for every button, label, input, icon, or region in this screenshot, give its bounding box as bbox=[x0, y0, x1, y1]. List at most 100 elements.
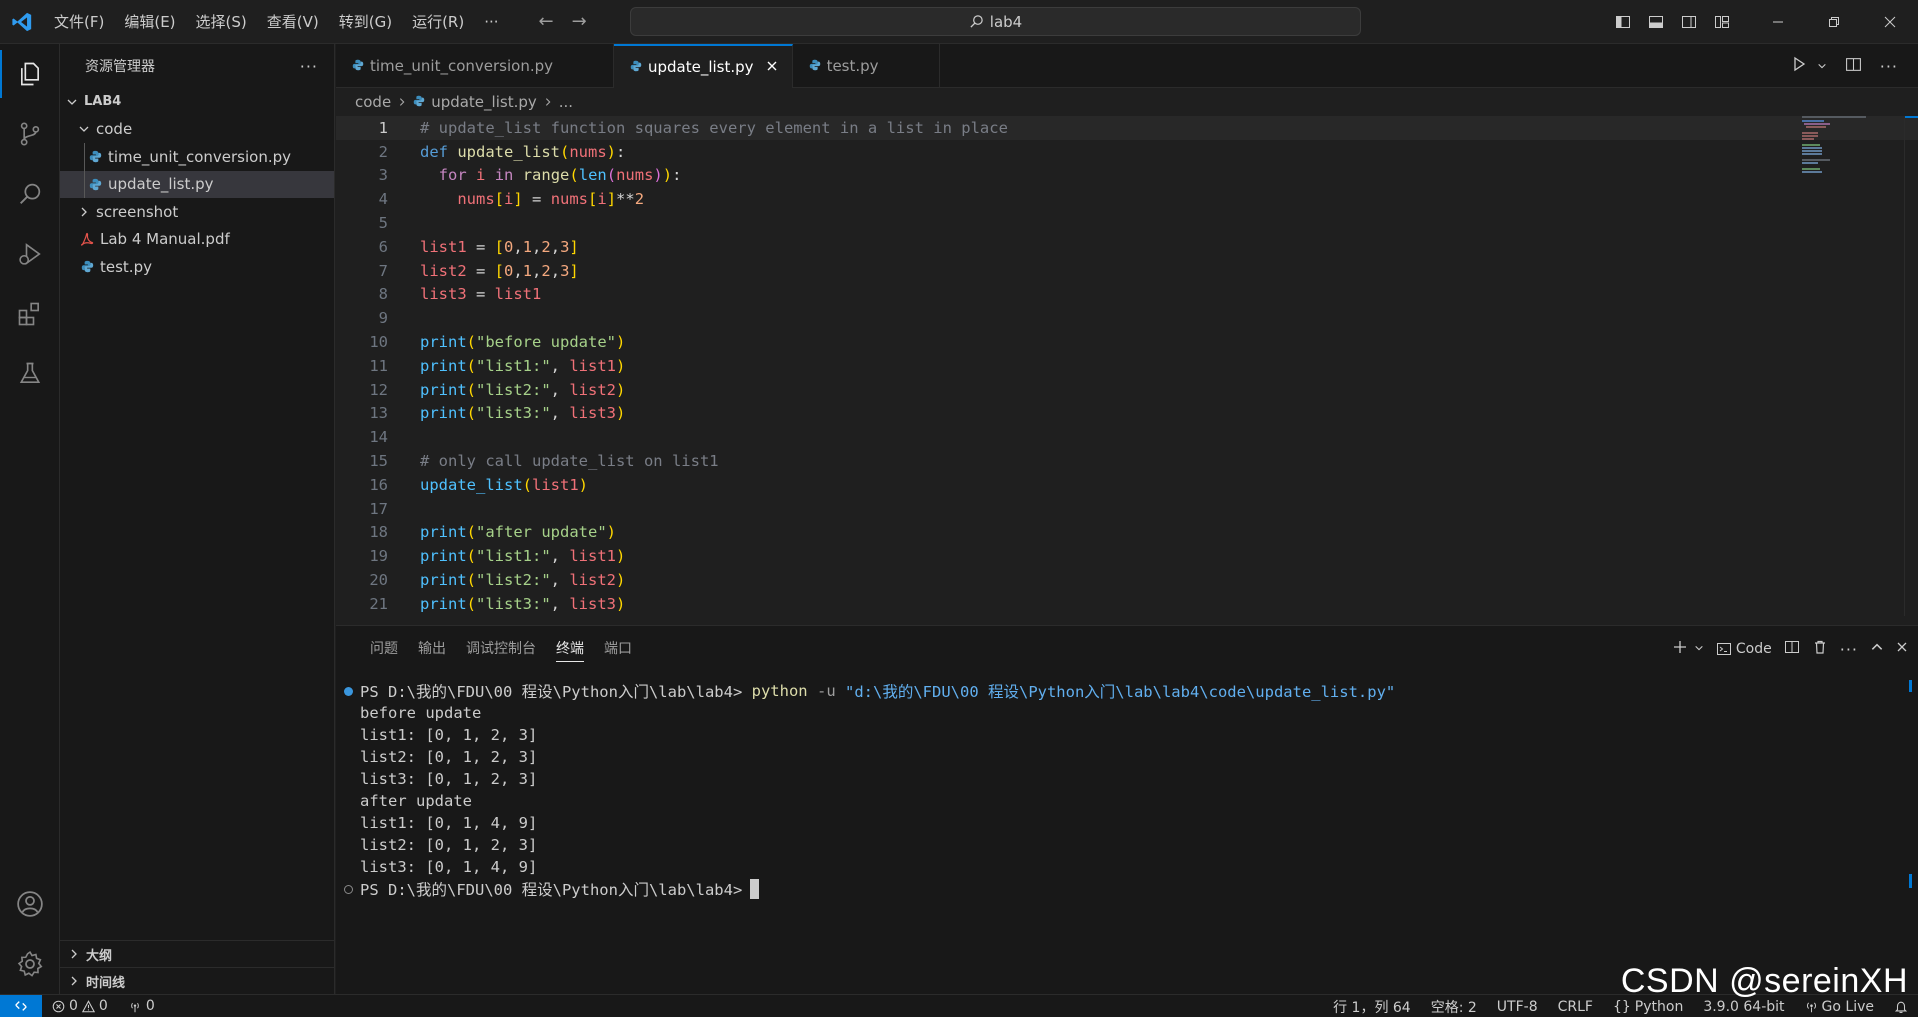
warning-icon bbox=[81, 999, 95, 1012]
minimize-icon[interactable] bbox=[1750, 0, 1806, 44]
code-line: 4 nums[i] = nums[i]**2 bbox=[378, 190, 645, 209]
title-bar: 文件(F) 编辑(E) 选择(S) 查看(V) 转到(G) 运行(R) ··· … bbox=[0, 0, 1918, 44]
terminal-prompt: PS D:\我的\FDU\00 程设\Python入门\lab\lab4> bbox=[360, 683, 743, 701]
terminal-instance[interactable]: Code bbox=[1716, 641, 1772, 657]
tab-test[interactable]: test.py bbox=[793, 44, 940, 88]
activity-bar bbox=[0, 44, 60, 994]
indent-guide bbox=[84, 170, 85, 198]
explorer-sidebar: 资源管理器 ··· LAB4 code time_unit_conversion… bbox=[60, 44, 335, 994]
editor-scrollbar[interactable] bbox=[1904, 116, 1918, 616]
code-line: 9 bbox=[378, 309, 388, 328]
close-tab-icon[interactable] bbox=[766, 58, 778, 76]
terminal-path: "d:\我的\FDU\00 程设\Python入门\lab\lab4\code\… bbox=[845, 683, 1396, 701]
breadcrumb-folder[interactable]: code bbox=[355, 93, 391, 111]
close-window-icon[interactable] bbox=[1862, 0, 1918, 44]
chevron-down-icon bbox=[76, 123, 92, 135]
cursor-position[interactable]: 行 1，列 64 bbox=[1323, 997, 1421, 1017]
chevron-right-icon bbox=[543, 93, 553, 111]
editor-more-icon[interactable]: ··· bbox=[1880, 57, 1898, 76]
menu-go[interactable]: 转到(G) bbox=[329, 0, 402, 44]
terminal-output-line: list1: [0, 1, 4, 9] bbox=[360, 814, 538, 832]
tree-folder-screenshot[interactable]: screenshot bbox=[60, 198, 334, 226]
encoding[interactable]: UTF-8 bbox=[1487, 999, 1548, 1015]
workspace-root[interactable]: LAB4 bbox=[60, 88, 334, 116]
ports-status[interactable]: 0 bbox=[118, 998, 165, 1014]
remote-indicator-icon[interactable] bbox=[0, 994, 42, 1017]
tree-item-label: update_list.py bbox=[108, 175, 214, 194]
menu-more[interactable]: ··· bbox=[474, 0, 508, 44]
code-line: 8 list3 = list1 bbox=[378, 285, 542, 304]
tab-debug-console[interactable]: 调试控制台 bbox=[456, 626, 546, 672]
menu-selection[interactable]: 选择(S) bbox=[186, 0, 257, 44]
close-panel-icon[interactable] bbox=[1896, 641, 1908, 657]
maximize-panel-chevron-up-icon[interactable] bbox=[1870, 640, 1884, 658]
arrow-forward-icon[interactable]: → bbox=[572, 11, 587, 32]
tab-output[interactable]: 输出 bbox=[408, 626, 456, 672]
new-terminal-plus-icon[interactable] bbox=[1672, 639, 1688, 659]
toggle-secondary-sidebar-icon[interactable] bbox=[1672, 0, 1705, 44]
indentation[interactable]: 空格: 2 bbox=[1421, 997, 1487, 1017]
restore-icon[interactable] bbox=[1806, 0, 1862, 44]
breadcrumb-file[interactable]: update_list.py bbox=[431, 93, 537, 111]
command-center-search[interactable]: lab4 bbox=[630, 7, 1361, 36]
panel-more-icon[interactable]: ··· bbox=[1840, 640, 1858, 659]
extensions-icon[interactable] bbox=[0, 284, 60, 344]
search-activity-icon[interactable] bbox=[0, 164, 60, 224]
outline-pane-header[interactable]: 大纲 bbox=[60, 940, 335, 967]
terminal-instance-label: Code bbox=[1735, 641, 1772, 657]
tree-file-update-list[interactable]: update_list.py bbox=[60, 170, 334, 198]
tree-file-time-unit-conversion[interactable]: time_unit_conversion.py bbox=[60, 143, 334, 171]
run-python-file-icon[interactable] bbox=[1791, 56, 1807, 76]
split-terminal-icon[interactable] bbox=[1784, 639, 1800, 659]
menu-edit[interactable]: 编辑(E) bbox=[114, 0, 185, 44]
command-success-decoration-icon[interactable] bbox=[344, 686, 353, 696]
nav-arrows: ← → bbox=[539, 11, 587, 32]
trash-icon[interactable] bbox=[1812, 639, 1828, 659]
split-editor-icon[interactable] bbox=[1845, 56, 1862, 77]
tab-terminal[interactable]: 终端 bbox=[546, 626, 594, 672]
notifications-bell-icon[interactable] bbox=[1884, 1000, 1918, 1014]
code-line: 14 bbox=[369, 428, 388, 447]
settings-gear-icon[interactable] bbox=[0, 934, 60, 994]
code-editor[interactable]: 1 # update_list function squares every el… bbox=[336, 116, 1918, 616]
menu-file[interactable]: 文件(F) bbox=[44, 0, 114, 44]
editor-tabs: time_unit_conversion.py update_list.py t… bbox=[336, 44, 1918, 88]
tree-folder-code[interactable]: code bbox=[60, 116, 334, 144]
tab-update-list[interactable]: update_list.py bbox=[614, 44, 793, 88]
command-pending-decoration-icon[interactable] bbox=[344, 884, 353, 894]
run-dropdown-chevron-icon[interactable] bbox=[1817, 57, 1827, 75]
explorer-icon[interactable] bbox=[0, 44, 60, 104]
explorer-title: 资源管理器 bbox=[85, 59, 155, 75]
terminal-output-line: list3: [0, 1, 4, 9] bbox=[360, 858, 538, 876]
code-line: 10 print("before update") bbox=[369, 333, 626, 352]
testing-flask-icon[interactable] bbox=[0, 344, 60, 404]
tree-file-lab-manual[interactable]: Lab 4 Manual.pdf bbox=[60, 226, 334, 254]
code-line: 6 list1 = [0,1,2,3] bbox=[378, 237, 579, 256]
toggle-primary-sidebar-icon[interactable] bbox=[1606, 0, 1639, 44]
tree-file-test[interactable]: test.py bbox=[60, 253, 334, 281]
breadcrumb: code update_list.py ... bbox=[336, 88, 1918, 116]
menu-run[interactable]: 运行(R) bbox=[402, 0, 474, 44]
tab-ports[interactable]: 端口 bbox=[594, 626, 642, 672]
toggle-panel-icon[interactable] bbox=[1639, 0, 1672, 44]
timeline-pane-header[interactable]: 时间线 bbox=[60, 967, 335, 994]
tab-problems[interactable]: 问题 bbox=[360, 626, 408, 672]
terminal[interactable]: PS D:\我的\FDU\00 程设\Python入门\lab\lab4> py… bbox=[336, 680, 1918, 900]
problems-status[interactable]: 0 0 bbox=[42, 998, 118, 1014]
menu-view[interactable]: 查看(V) bbox=[257, 0, 329, 44]
code-line: 1 # update_list function squares every el… bbox=[336, 116, 1918, 140]
terminal-dropdown-chevron-icon[interactable] bbox=[1694, 641, 1704, 657]
end-of-line[interactable]: CRLF bbox=[1548, 999, 1603, 1015]
source-control-icon[interactable] bbox=[0, 104, 60, 164]
minimap[interactable] bbox=[1802, 116, 1866, 176]
customize-layout-icon[interactable] bbox=[1705, 0, 1738, 44]
tab-time-unit-conversion[interactable]: time_unit_conversion.py bbox=[336, 44, 614, 88]
accounts-icon[interactable] bbox=[0, 874, 60, 934]
run-debug-icon[interactable] bbox=[0, 224, 60, 284]
workspace-root-label: LAB4 bbox=[84, 94, 122, 110]
command-center-text: lab4 bbox=[989, 12, 1023, 31]
breadcrumb-more[interactable]: ... bbox=[559, 93, 573, 111]
terminal-output-line: list2: [0, 1, 2, 3] bbox=[360, 836, 538, 854]
explorer-more-icon[interactable]: ··· bbox=[300, 57, 318, 76]
arrow-back-icon[interactable]: ← bbox=[539, 11, 554, 32]
